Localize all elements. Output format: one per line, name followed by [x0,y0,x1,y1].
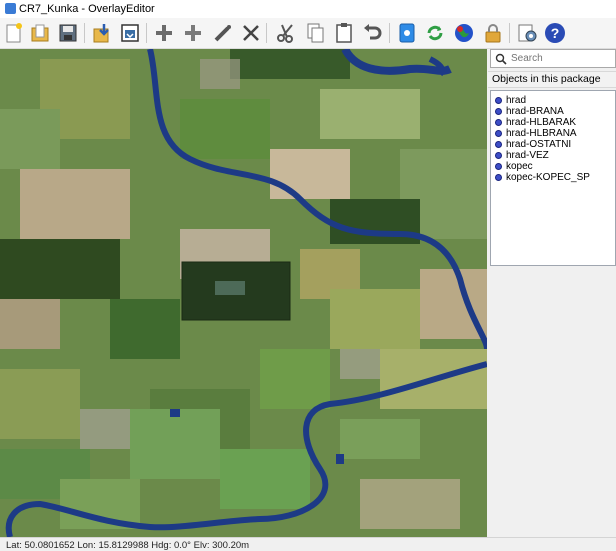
object-icon [495,163,502,170]
copy-button[interactable] [303,21,327,45]
import-file-icon [399,23,415,43]
list-item[interactable]: hrad-HLBARAK [495,117,576,128]
list-item-label: hrad-HLBRANA [506,128,577,139]
new-icon [6,23,22,43]
import-file-button[interactable] [395,21,419,45]
list-item-label: hrad-BRANA [506,106,564,117]
list-item[interactable]: hrad [495,95,526,106]
status-text: Lat: 50.0801652 Lon: 15.8129988 Hdg: 0.0… [6,540,250,551]
add-button[interactable] [152,21,176,45]
toolbar-separator [389,23,390,43]
list-item-label: hrad-HLBARAK [506,117,577,128]
list-item[interactable]: hrad-BRANA [495,106,564,117]
add-object-icon [185,25,201,41]
aerial-map-image [0,49,487,537]
undo-icon [364,24,382,40]
globe-button[interactable] [452,21,476,45]
objects-list[interactable]: hrad hrad-BRANA hrad-HLBARAK hrad-HLBRAN… [490,90,616,266]
toolbar: ? [0,18,616,49]
toolbar-separator [146,23,147,43]
object-icon [495,152,502,159]
map-view[interactable] [0,49,487,537]
toolbar-separator [266,23,267,43]
preferences-icon [518,24,537,42]
list-item[interactable]: hrad-VEZ [495,150,549,161]
window-title: CR7_Kunka - OverlayEditor [19,3,155,15]
search-input[interactable] [511,51,611,66]
object-icon [495,174,502,181]
open-button[interactable] [28,21,52,45]
scissors-button[interactable] [274,21,298,45]
toolbar-separator [84,23,85,43]
import-icon [93,24,109,43]
draw-button[interactable] [211,21,235,45]
add-icon [156,25,172,41]
toolbar-separator [509,23,510,43]
list-item-label: hrad-VEZ [506,150,549,161]
open-icon [31,24,49,42]
list-item[interactable]: hrad-OSTATNI [495,139,571,150]
objects-panel-header: Objects in this package [488,71,616,88]
scissors-icon [277,24,293,43]
status-bar: Lat: 50.0801652 Lon: 15.8129988 Hdg: 0.0… [0,537,616,551]
lock-button[interactable] [481,21,505,45]
preferences-button[interactable] [515,21,539,45]
list-item-label: hrad-OSTATNI [506,139,572,150]
import-button[interactable] [90,21,114,45]
search-icon [495,53,507,65]
svg-text:?: ? [551,25,560,41]
add-object-button[interactable] [181,21,205,45]
save-button[interactable] [56,21,80,45]
paste-icon [336,23,352,43]
copy-icon [307,23,324,43]
export-button[interactable] [118,21,142,45]
side-panel: Objects in this package hrad hrad-BRANA … [488,49,616,537]
lock-icon [485,24,501,43]
refresh-icon [427,25,443,41]
draw-icon [214,25,231,42]
help-icon: ? [545,23,565,43]
cut-lines-button[interactable] [239,21,263,45]
cut-lines-icon [243,25,259,41]
app-icon [5,3,16,14]
object-icon [495,97,502,104]
object-icon [495,141,502,148]
list-item-label: hrad [506,95,527,106]
object-icon [495,130,502,137]
globe-icon [455,24,473,42]
object-icon [495,119,502,126]
list-item-label: kopec-KOPEC_SP [506,172,590,183]
paste-button[interactable] [332,21,356,45]
list-item[interactable]: kopec [495,161,533,172]
new-button[interactable] [2,21,26,45]
search-box[interactable] [490,49,616,68]
object-icon [495,108,502,115]
refresh-button[interactable] [423,21,447,45]
undo-button[interactable] [360,21,384,45]
list-item[interactable]: hrad-HLBRANA [495,128,577,139]
list-item[interactable]: kopec-KOPEC_SP [495,172,590,183]
title-bar: CR7_Kunka - OverlayEditor [0,0,616,18]
save-icon [59,24,77,42]
list-item-label: kopec [506,161,533,172]
export-icon [121,24,139,42]
help-button[interactable]: ? [543,21,567,45]
